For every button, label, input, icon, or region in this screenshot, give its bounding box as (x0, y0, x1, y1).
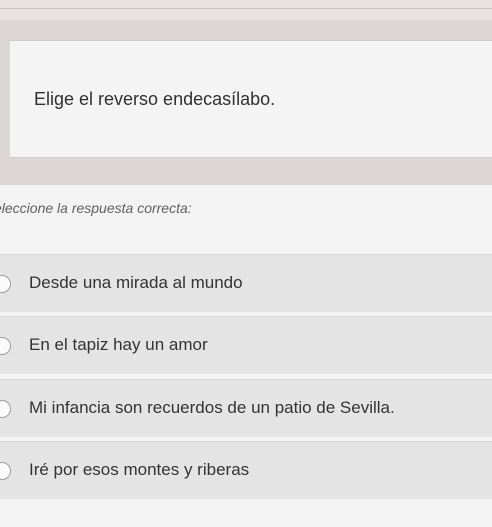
question-text: Elige el reverso endecasílabo. (34, 89, 276, 109)
top-divider (0, 8, 492, 9)
radio-button-icon[interactable] (0, 275, 11, 293)
radio-button-icon[interactable] (0, 337, 11, 355)
answer-option-label: Iré por esos montes y riberas (29, 460, 250, 479)
radio-button-icon[interactable] (0, 400, 11, 418)
answer-instruction: eleccione la respuesta correcta: (0, 200, 192, 216)
answer-option-3[interactable]: Mi infancia son recuerdos de un patio de… (0, 379, 492, 437)
answer-option-label: En el tapiz hay un amor (29, 335, 208, 354)
quiz-page: Elige el reverso endecasílabo. eleccione… (0, 0, 492, 527)
question-card: Elige el reverso endecasílabo. (10, 40, 492, 158)
answer-options-panel: eleccione la respuesta correcta: Desde u… (0, 185, 492, 527)
radio-button-icon[interactable] (0, 462, 11, 480)
answer-option-2[interactable]: En el tapiz hay un amor (0, 316, 492, 374)
answer-option-4[interactable]: Iré por esos montes y riberas (0, 441, 492, 499)
answer-option-label: Desde una mirada al mundo (29, 273, 243, 292)
answer-option-label: Mi infancia son recuerdos de un patio de… (29, 398, 395, 417)
answer-option-1[interactable]: Desde una mirada al mundo (0, 254, 492, 312)
